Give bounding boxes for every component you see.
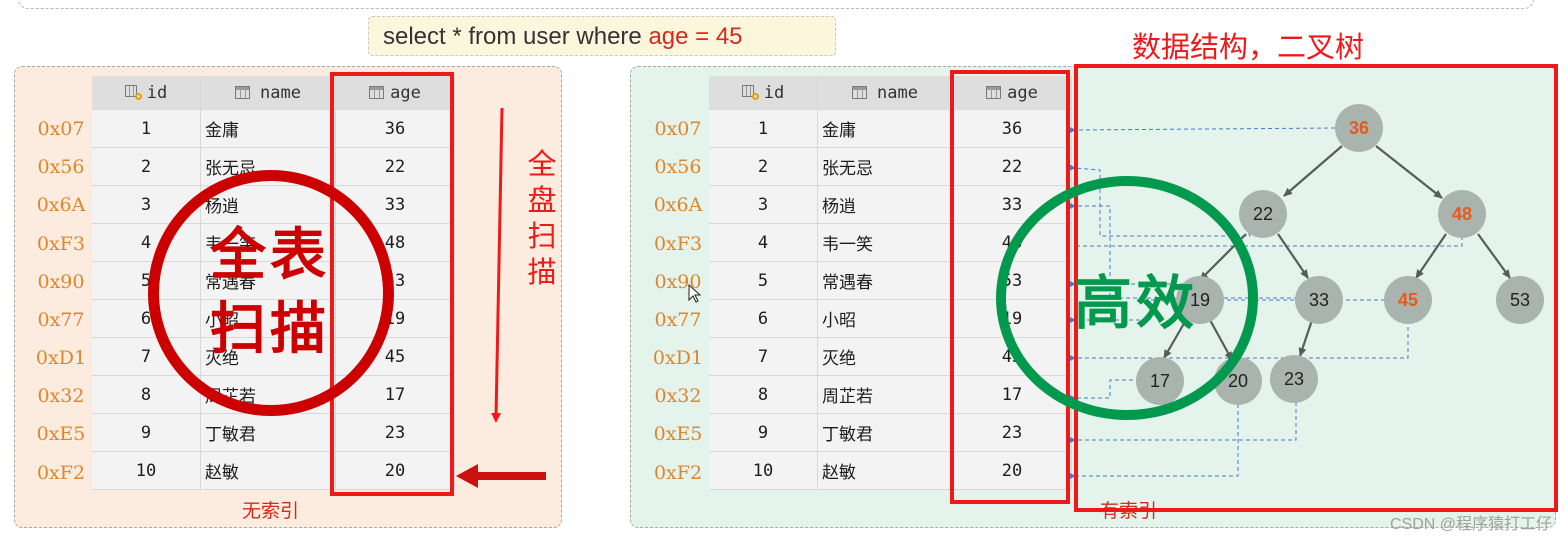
stamp-left-line2: 扫描 bbox=[210, 296, 330, 362]
tree-node: 45 bbox=[1384, 276, 1432, 324]
tree-node: 23 bbox=[1270, 355, 1318, 403]
tree-title: 数据结构，二叉树 bbox=[1132, 30, 1365, 64]
full-scan-label: 全盘扫描 bbox=[522, 146, 562, 290]
tree-node: 36 bbox=[1335, 104, 1383, 152]
tree-node: 22 bbox=[1239, 190, 1287, 238]
scan-down-arrow bbox=[491, 107, 504, 423]
mouse-cursor-icon bbox=[688, 284, 702, 303]
watermark: CSDN @程序猿打工仔 bbox=[1389, 516, 1552, 533]
tree-node: 48 bbox=[1438, 190, 1486, 238]
stamp-left-line1: 全表 bbox=[210, 222, 330, 288]
scan-target-arrowhead bbox=[456, 464, 478, 488]
tree-node: 53 bbox=[1496, 276, 1544, 324]
full-scan-text: 全盘扫描 bbox=[527, 147, 557, 289]
stamp-right-text: 高效 bbox=[1074, 269, 1199, 337]
tree-node: 33 bbox=[1295, 276, 1343, 324]
